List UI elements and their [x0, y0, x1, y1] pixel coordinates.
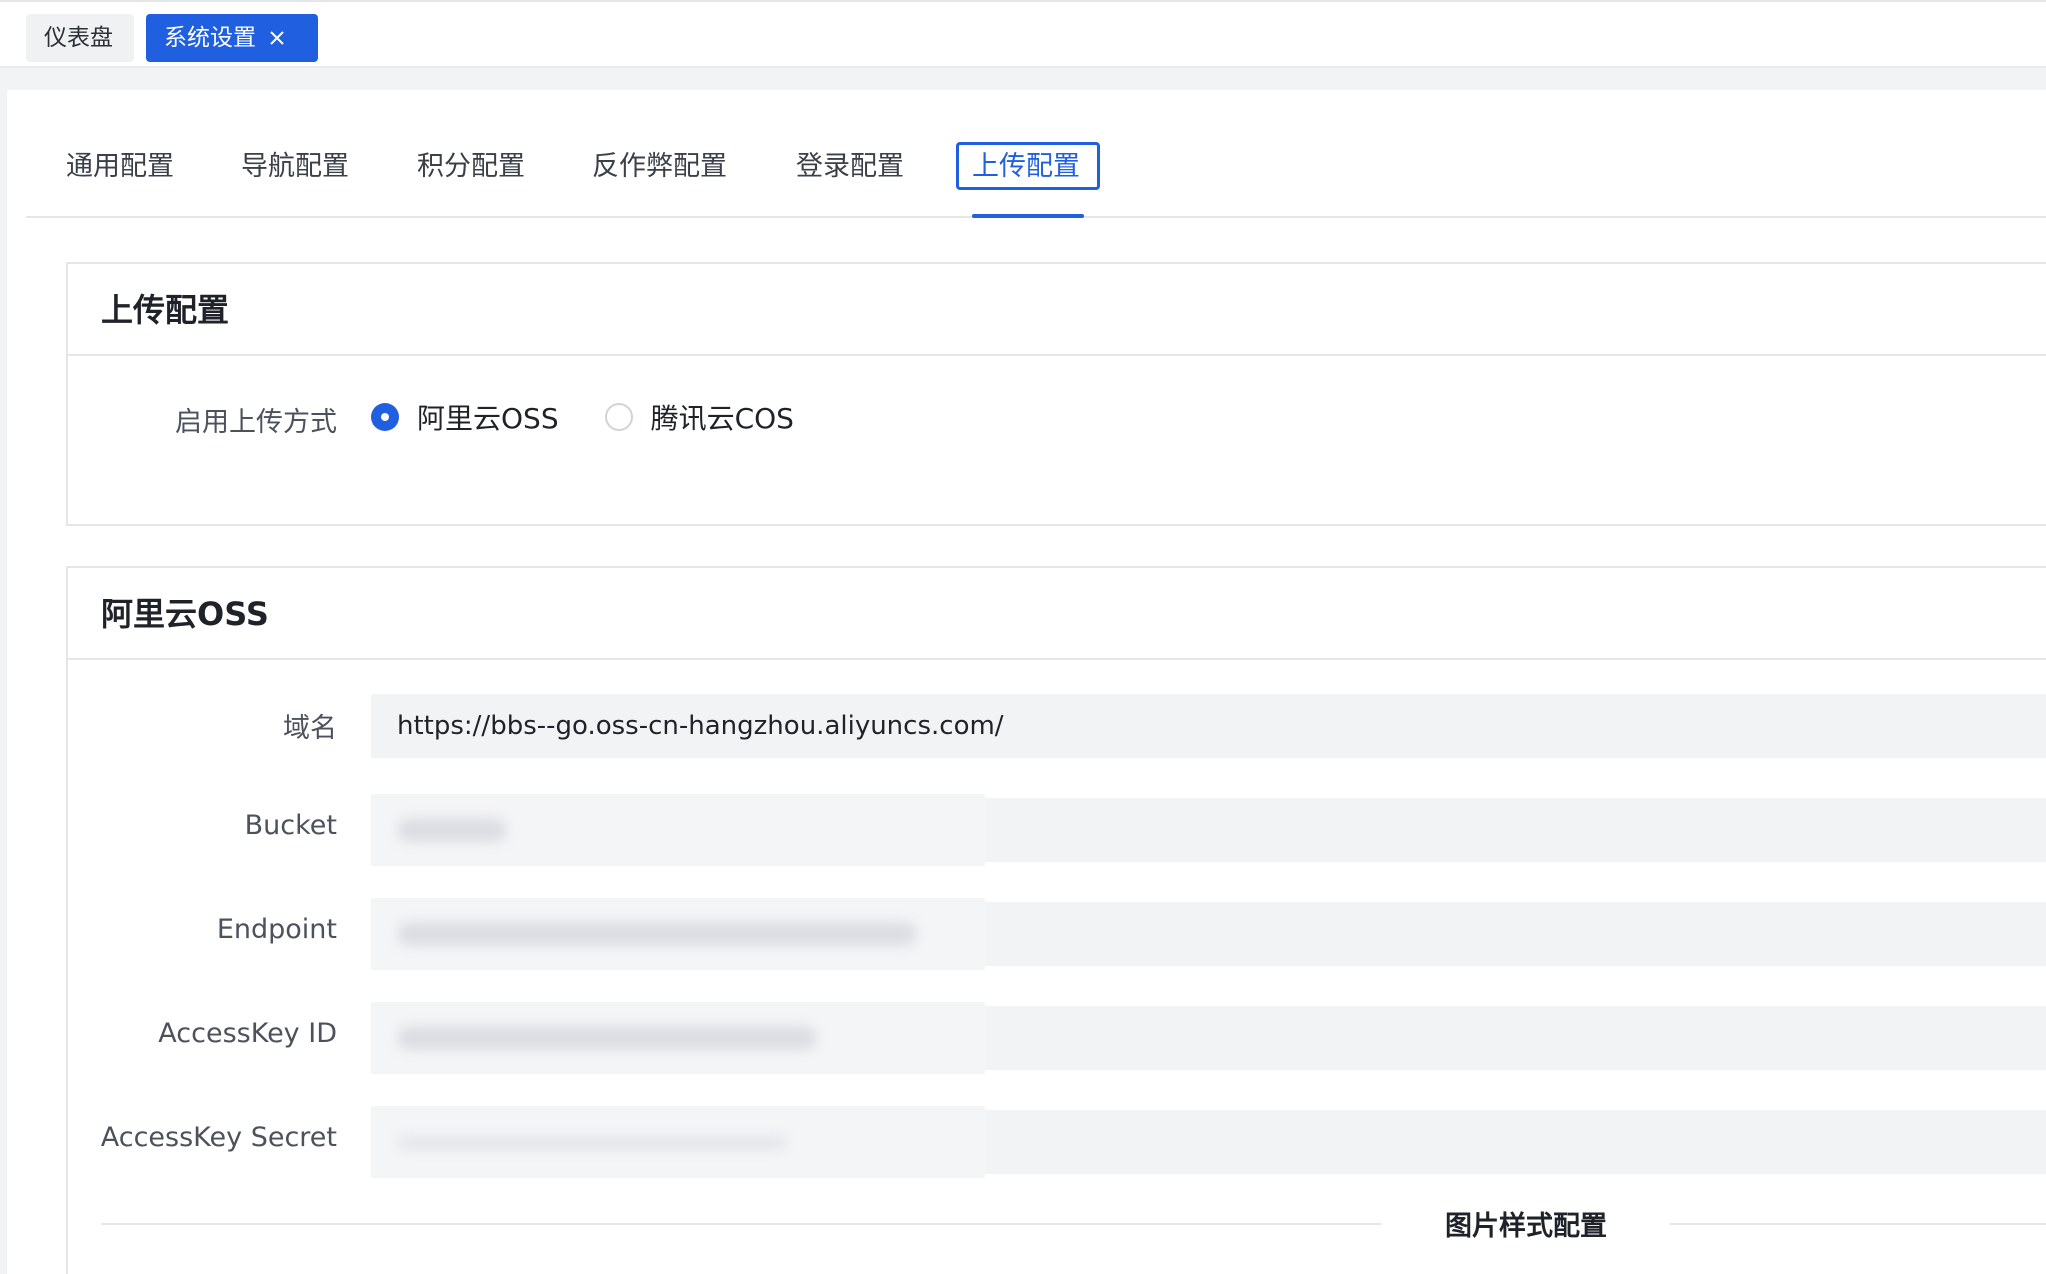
card-title: 上传配置 — [68, 264, 2046, 356]
tab-anti-cheat[interactable]: 反作弊配置 — [592, 118, 727, 216]
settings-tabs: 通用配置 导航配置 积分配置 反作弊配置 登录配置 上传配置 — [26, 118, 2046, 218]
access-key-secret-label: AccessKey Secret — [100, 1122, 337, 1153]
redacted-access-key-id-value — [371, 1002, 985, 1074]
image-style-divider-title: 图片样式配置 — [1445, 1211, 1607, 1242]
divider-left — [101, 1223, 1381, 1225]
tab-points[interactable]: 积分配置 — [417, 118, 525, 216]
tab-upload[interactable]: 上传配置 — [956, 118, 1100, 218]
card-title: 阿里云OSS — [68, 568, 2046, 660]
aliyun-oss-card: 阿里云OSS 域名 Bucket Endpoint AccessKey ID A… — [66, 566, 2046, 1274]
page-tab-strip: 仪表盘 系统设置 — [0, 0, 2046, 68]
tab-label: 反作弊配置 — [592, 151, 727, 182]
access-key-id-label: AccessKey ID — [158, 1018, 337, 1049]
domain-label: 域名 — [283, 713, 337, 744]
upload-method-radio-group: 阿里云OSS 腾讯云COS — [371, 397, 840, 437]
domain-input[interactable] — [371, 694, 2046, 758]
radio-aliyun-oss[interactable]: 阿里云OSS — [371, 397, 559, 437]
tab-navigation[interactable]: 导航配置 — [241, 118, 349, 216]
tab-login[interactable]: 登录配置 — [796, 118, 904, 216]
page-tab-dashboard[interactable]: 仪表盘 — [26, 14, 134, 62]
content-area: 通用配置 导航配置 积分配置 反作弊配置 登录配置 上传配置 上传配置 启用上传… — [0, 68, 2046, 1274]
radio-checked-icon — [371, 403, 399, 431]
redacted-bucket-value — [371, 794, 985, 866]
redaction-smudge — [397, 1026, 817, 1050]
tab-label: 登录配置 — [796, 151, 904, 182]
page-tab-system-settings[interactable]: 系统设置 — [146, 14, 318, 62]
tab-focus-ring — [956, 142, 1100, 190]
redaction-smudge — [397, 922, 917, 946]
upload-config-card: 上传配置 启用上传方式 阿里云OSS 腾讯云COS — [66, 262, 2046, 526]
page-tab-label: 仪表盘 — [44, 25, 113, 51]
radio-label: 阿里云OSS — [417, 402, 559, 435]
upload-method-label: 启用上传方式 — [175, 407, 337, 438]
radio-label: 腾讯云COS — [650, 402, 794, 435]
settings-panel: 通用配置 导航配置 积分配置 反作弊配置 登录配置 上传配置 上传配置 启用上传… — [7, 90, 2046, 1274]
endpoint-label: Endpoint — [216, 914, 337, 945]
radio-tencent-cos[interactable]: 腾讯云COS — [604, 397, 794, 437]
close-icon[interactable] — [268, 29, 286, 47]
tab-label: 通用配置 — [66, 151, 174, 182]
redaction-smudge — [397, 818, 507, 842]
tab-active-underline — [972, 214, 1084, 218]
page-tab-label: 系统设置 — [164, 25, 256, 51]
bucket-label: Bucket — [244, 810, 337, 841]
divider-right — [1670, 1223, 2046, 1225]
redaction-smudge — [397, 1136, 787, 1150]
redacted-endpoint-value — [371, 898, 985, 970]
radio-unchecked-icon — [604, 403, 633, 431]
tab-general[interactable]: 通用配置 — [66, 118, 174, 216]
tab-label: 积分配置 — [417, 151, 525, 182]
redacted-access-key-secret-value — [371, 1106, 985, 1178]
tab-label: 导航配置 — [241, 151, 349, 182]
